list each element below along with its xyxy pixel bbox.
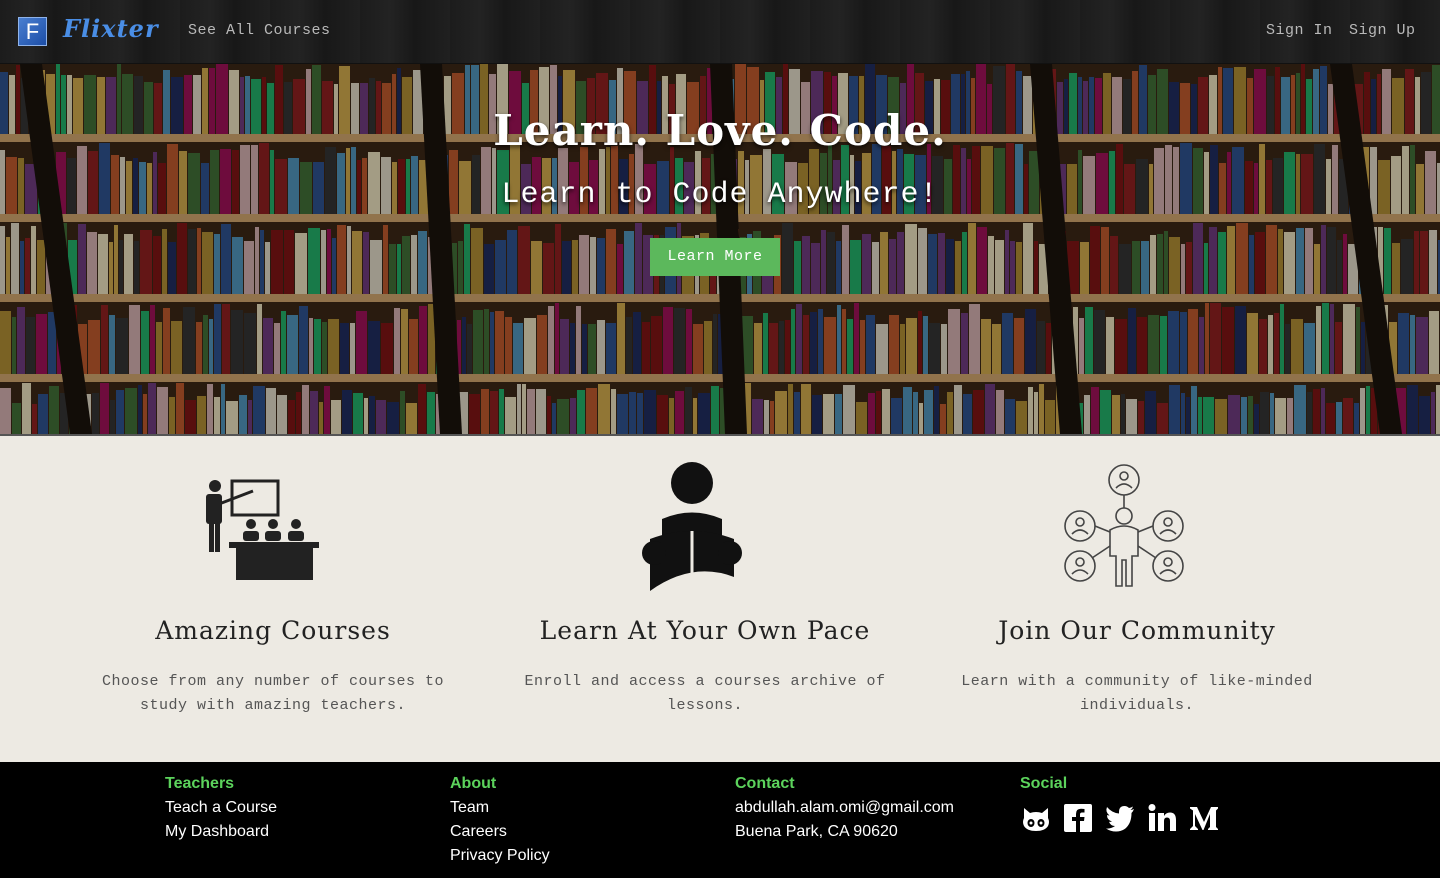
logo-icon[interactable]: F: [18, 17, 47, 46]
footer-teachers-column: Teachers Teach a Course My Dashboard: [165, 774, 277, 846]
footer-link-privacy[interactable]: Privacy Policy: [450, 846, 550, 870]
footer-about-column: About Team Careers Privacy Policy: [450, 774, 550, 870]
feature-title: Amazing Courses: [155, 616, 391, 645]
footer-contact-column: Contact abdullah.alam.omi@gmail.com Buen…: [735, 774, 954, 846]
footer-contact-email[interactable]: abdullah.alam.omi@gmail.com: [735, 798, 954, 822]
teacher-classroom-icon: [206, 479, 319, 580]
hero-subtitle: Learn to Code Anywhere!: [501, 178, 939, 212]
linkedin-icon[interactable]: [1146, 802, 1178, 834]
features-section: Amazing Courses Choose from any number o…: [0, 434, 1440, 762]
navbar: F Flixter See All Courses Sign In Sign U…: [0, 0, 1440, 64]
feature-text: Choose from any number of courses to stu…: [101, 673, 445, 714]
footer-link-careers[interactable]: Careers: [450, 822, 550, 846]
feature-text: Enroll and access a courses archive of l…: [524, 673, 886, 714]
community-network-icon: [1064, 464, 1184, 587]
feature-title: Learn At Your Own Pace: [539, 616, 871, 645]
footer-contact-address: Buena Park, CA 90620: [735, 823, 898, 840]
twitter-icon[interactable]: [1104, 802, 1136, 834]
social-icons: [1020, 802, 1220, 834]
footer-heading-teachers: Teachers: [165, 775, 235, 792]
learn-more-button[interactable]: Learn More: [650, 238, 780, 276]
feature-title: Join Our Community: [998, 616, 1276, 645]
footer-heading-contact: Contact: [735, 775, 795, 792]
nav-all-courses-link[interactable]: See All Courses: [188, 22, 331, 39]
footer-heading-about: About: [450, 775, 497, 792]
footer-link-teach-course[interactable]: Teach a Course: [165, 798, 277, 822]
footer-social-column: Social: [1020, 774, 1220, 834]
footer-link-team[interactable]: Team: [450, 798, 550, 822]
feature-text: Learn with a community of like-minded in…: [961, 673, 1313, 714]
hero-title: Learn. Love. Code.: [493, 106, 947, 155]
footer-heading-social: Social: [1020, 775, 1068, 792]
brand-name[interactable]: Flixter: [63, 14, 159, 43]
footer-link-dashboard[interactable]: My Dashboard: [165, 822, 277, 846]
footer: Teachers Teach a Course My Dashboard Abo…: [0, 762, 1440, 878]
sign-in-link[interactable]: Sign In: [1266, 22, 1333, 39]
sign-up-link[interactable]: Sign Up: [1349, 22, 1416, 39]
reader-icon: [642, 462, 742, 591]
medium-icon[interactable]: [1188, 802, 1220, 834]
facebook-icon[interactable]: [1062, 802, 1094, 834]
github-icon[interactable]: [1020, 802, 1052, 834]
hero-banner: Learn. Love. Code. Learn to Code Anywher…: [0, 64, 1440, 434]
